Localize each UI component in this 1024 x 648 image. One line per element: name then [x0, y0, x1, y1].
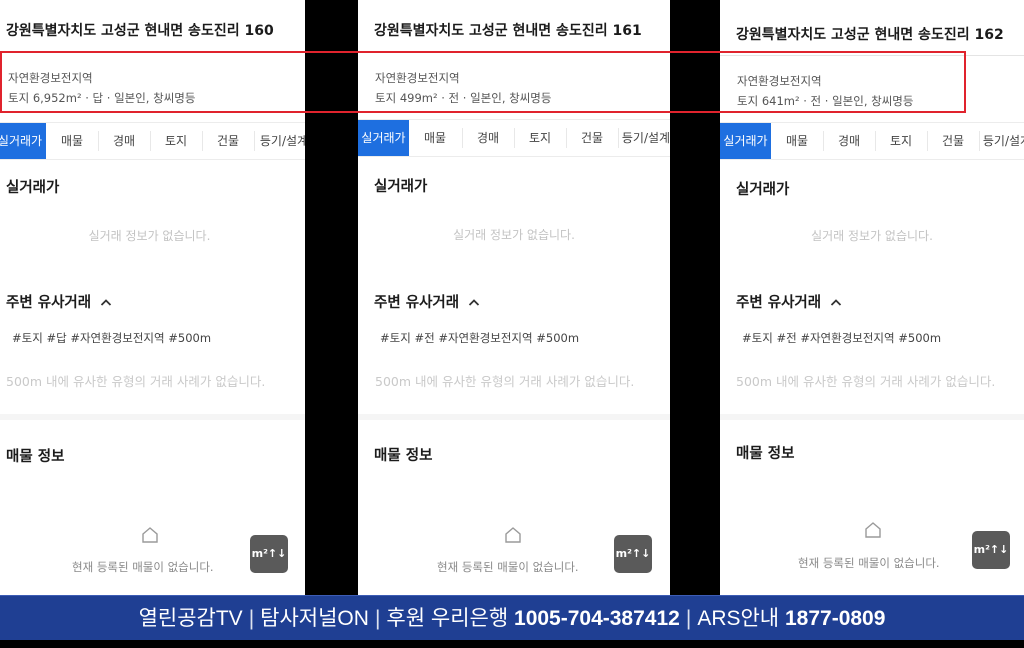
nearby-empty: 500m 내에 유사한 유형의 거래 사례가 없습니다. [736, 374, 996, 389]
tab-bar: 실거래가 매물 경매 토지 건물 등기/설계 [358, 119, 670, 157]
tab-bar: 실거래가 매물 경매 토지 건물 등기/설계 [0, 122, 305, 160]
nearby-title-label: 주변 유사거래 [6, 295, 92, 311]
tab-registry[interactable]: 등기/설계 [979, 123, 1024, 159]
tab-land[interactable]: 토지 [150, 123, 202, 159]
chevron-up-icon [101, 299, 112, 306]
tab-registry[interactable]: 등기/설계 [254, 123, 305, 159]
tab-auction[interactable]: 경매 [98, 123, 150, 159]
listing-title: 매물 정보 [374, 448, 433, 464]
real-price-title: 실거래가 [6, 180, 60, 196]
sponsor-label: 후원 우리은행 [386, 607, 509, 630]
banner-separator: | [374, 607, 381, 630]
tab-listing[interactable]: 매물 [771, 123, 823, 159]
real-price-title: 실거래가 [736, 182, 790, 198]
home-icon [865, 522, 881, 538]
nearby-title[interactable]: 주변 유사거래 [736, 291, 842, 312]
tab-building[interactable]: 건물 [202, 123, 254, 159]
real-price-title: 실거래가 [374, 179, 428, 195]
bottom-strip [0, 640, 1024, 648]
chevron-up-icon [831, 299, 842, 306]
section-divider [720, 414, 1024, 420]
tab-building[interactable]: 건물 [927, 123, 979, 159]
channel-name-2: 탐사저널ON [260, 607, 369, 630]
nearby-tags: #토지 #전 #자연환경보전지역 #500m [742, 331, 942, 345]
address-title: 강원특별자치도 고성군 현내면 송도진리 160 [6, 23, 274, 39]
tab-listing[interactable]: 매물 [409, 120, 461, 156]
section-divider [358, 414, 670, 420]
tab-registry[interactable]: 등기/설계 [618, 120, 670, 156]
nearby-tags: #토지 #답 #자연환경보전지역 #500m [12, 331, 212, 345]
tab-auction[interactable]: 경매 [823, 123, 875, 159]
banner-separator: | [685, 607, 692, 630]
banner-separator: | [248, 607, 255, 630]
nearby-empty: 500m 내에 유사한 유형의 거래 사례가 없습니다. [375, 374, 635, 389]
listing-empty: 현재 등록된 매물이 없습니다. [798, 556, 940, 570]
nearby-title[interactable]: 주변 유사거래 [6, 291, 112, 312]
real-price-empty: 실거래 정보가 없습니다. [88, 229, 211, 243]
tab-land[interactable]: 토지 [875, 123, 927, 159]
address-title: 강원특별자치도 고성군 현내면 송도진리 162 [736, 27, 1004, 43]
home-icon [142, 527, 158, 543]
ars-label: ARS안내 [697, 607, 780, 630]
tab-real-price[interactable]: 실거래가 [0, 123, 46, 159]
listing-empty: 현재 등록된 매물이 없습니다. [437, 560, 579, 574]
unit-toggle-button[interactable]: m²↑↓ [250, 535, 288, 573]
nearby-title-label: 주변 유사거래 [736, 295, 822, 311]
tab-building[interactable]: 건물 [566, 120, 618, 156]
chevron-up-icon [469, 299, 480, 306]
nearby-empty: 500m 내에 유사한 유형의 거래 사례가 없습니다. [6, 374, 266, 389]
unit-toggle-button[interactable]: m²↑↓ [614, 535, 652, 573]
nearby-title[interactable]: 주변 유사거래 [374, 291, 480, 312]
nearby-title-label: 주변 유사거래 [374, 295, 460, 311]
tab-land[interactable]: 토지 [514, 120, 566, 156]
account-number: 1005-704-387412 [514, 607, 680, 630]
tab-real-price[interactable]: 실거래가 [358, 120, 409, 156]
section-divider [0, 414, 305, 420]
ars-number: 1877-0809 [784, 607, 886, 630]
tab-auction[interactable]: 경매 [462, 120, 514, 156]
channel-name-1: 열린공감TV [138, 607, 243, 630]
tab-real-price[interactable]: 실거래가 [720, 123, 771, 159]
real-price-empty: 실거래 정보가 없습니다. [453, 228, 575, 242]
tab-bar: 실거래가 매물 경매 토지 건물 등기/설계 [720, 122, 1024, 160]
listing-empty: 현재 등록된 매물이 없습니다. [72, 560, 214, 574]
listing-title: 매물 정보 [6, 449, 65, 465]
sponsor-banner: 열린공감TV | 탐사저널ON | 후원 우리은행 1005-704-387412 | AR… [0, 595, 1024, 641]
highlight-box [0, 51, 966, 113]
tab-listing[interactable]: 매물 [46, 123, 98, 159]
listing-title: 매물 정보 [736, 446, 795, 462]
unit-toggle-button[interactable]: m²↑↓ [972, 531, 1010, 569]
nearby-tags: #토지 #전 #자연환경보전지역 #500m [380, 331, 580, 345]
home-icon [505, 527, 521, 543]
address-title: 강원특별자치도 고성군 현내면 송도진리 161 [374, 23, 642, 39]
real-price-empty: 실거래 정보가 없습니다. [811, 229, 933, 243]
